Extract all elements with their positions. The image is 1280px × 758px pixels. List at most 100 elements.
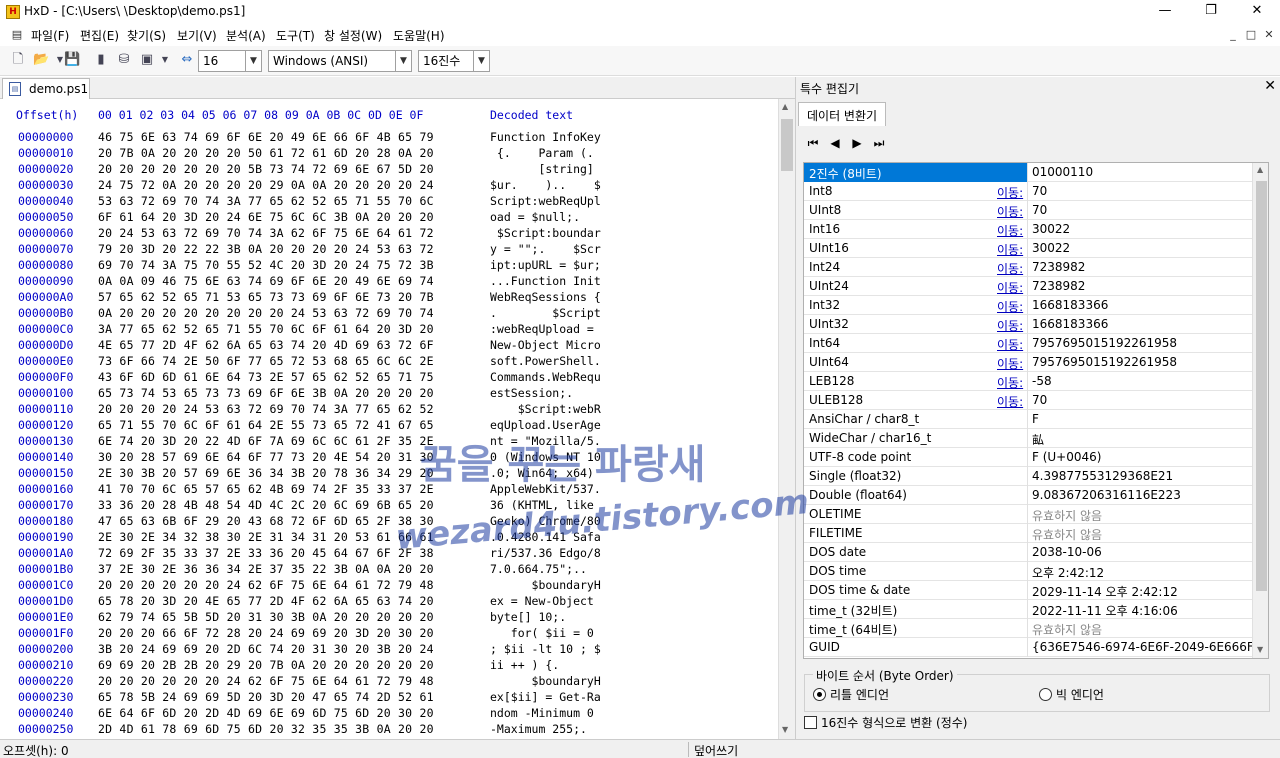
- row-hex-bytes[interactable]: 20 20 20 66 6F 72 28 20 24 69 69 20 3D 2…: [98, 626, 434, 640]
- row-hex-bytes[interactable]: 72 69 2F 35 33 37 2E 33 36 20 45 64 67 6…: [98, 546, 434, 560]
- hex-row[interactable]: 00000240 6E 64 6F 6D 20 2D 4D 69 6E 69 6D…: [0, 706, 780, 722]
- row-hex-bytes[interactable]: 6F 61 64 20 3D 20 24 6E 75 6C 6C 3B 0A 2…: [98, 210, 434, 224]
- grid-scrollbar[interactable]: ▲ ▼: [1252, 163, 1268, 658]
- menu-help[interactable]: 도움말(H): [393, 27, 445, 44]
- hex-row[interactable]: 000001B0 37 2E 30 2E 36 36 34 2E 37 35 22…: [0, 562, 780, 578]
- row-hex-bytes[interactable]: 65 78 5B 24 69 69 5D 20 3D 20 47 65 74 2…: [98, 690, 434, 704]
- inspector-value[interactable]: {636E7546-6974-6E6F-2049-6E666F4B6: [1032, 640, 1268, 654]
- row-hex-bytes[interactable]: 43 6F 6D 6D 61 6E 64 73 2E 57 65 62 52 6…: [98, 370, 434, 384]
- chevron-down-icon[interactable]: ▼: [245, 51, 261, 71]
- row-decoded-text[interactable]: New-Object Micro: [490, 338, 601, 352]
- menu-file[interactable]: 파일(F): [31, 27, 69, 44]
- inspector-row[interactable]: Single (float32) 4.39877553129368E21: [804, 467, 1252, 486]
- hex-row[interactable]: 000000E0 73 6F 66 74 2E 50 6F 77 65 72 53…: [0, 354, 780, 370]
- row-decoded-text[interactable]: ipt:upURL = $ur;: [490, 258, 601, 272]
- hex-row[interactable]: 000001A0 72 69 2F 35 33 37 2E 33 36 20 45…: [0, 546, 780, 562]
- menu-tools[interactable]: 도구(T): [276, 27, 315, 44]
- row-hex-bytes[interactable]: 2E 30 2E 34 32 38 30 2E 31 34 31 20 53 6…: [98, 530, 434, 544]
- process-dropdown-icon[interactable]: ▼: [157, 52, 173, 68]
- inspector-row[interactable]: UInt64 이동: 7957695015192261958: [804, 353, 1252, 372]
- inspector-row[interactable]: UInt8 이동: 70: [804, 201, 1252, 220]
- hex-row[interactable]: 000001E0 62 79 74 65 5B 5D 20 31 30 3B 0A…: [0, 610, 780, 626]
- row-hex-bytes[interactable]: 20 20 20 20 20 20 20 5B 73 74 72 69 6E 6…: [98, 162, 434, 176]
- chevron-down-icon[interactable]: ▼: [473, 51, 489, 71]
- jump-link[interactable]: 이동:: [997, 260, 1023, 277]
- row-hex-bytes[interactable]: 0A 0A 09 46 75 6E 63 74 69 6F 6E 20 49 6…: [98, 274, 434, 288]
- row-decoded-text[interactable]: byte[] 10;.: [490, 610, 566, 624]
- hex-row[interactable]: 00000000 46 75 6E 63 74 69 6F 6E 20 49 6E…: [0, 130, 780, 146]
- row-decoded-text[interactable]: $ur. ).. $: [490, 178, 601, 192]
- hex-row[interactable]: 000001D0 65 78 20 3D 20 4E 65 77 2D 4F 62…: [0, 594, 780, 610]
- row-decoded-text[interactable]: ex[$ii] = Get-Ra: [490, 690, 601, 704]
- big-endian-radio[interactable]: [1039, 688, 1052, 701]
- scroll-thumb[interactable]: [781, 119, 793, 171]
- disk-editor-icon[interactable]: ⛁: [116, 52, 132, 68]
- row-decoded-text[interactable]: ii ++ ) {.: [490, 658, 559, 672]
- row-hex-bytes[interactable]: 33 36 20 28 4B 48 54 4D 4C 2C 20 6C 69 6…: [98, 498, 434, 512]
- jump-link[interactable]: 이동:: [997, 317, 1023, 334]
- last-icon[interactable]: ⏭: [870, 135, 888, 151]
- jump-link[interactable]: 이동:: [997, 203, 1023, 220]
- row-hex-bytes[interactable]: 24 75 72 0A 20 20 20 20 29 0A 0A 20 20 2…: [98, 178, 434, 192]
- jump-link[interactable]: 이동:: [997, 279, 1023, 296]
- row-hex-bytes[interactable]: 2E 30 3B 20 57 69 6E 36 34 3B 20 78 36 3…: [98, 466, 434, 480]
- hex-editor-view[interactable]: Offset(h) 00 01 02 03 04 05 06 07 08 09 …: [0, 99, 780, 739]
- row-hex-bytes[interactable]: 69 70 74 3A 75 70 55 52 4C 20 3D 20 24 7…: [98, 258, 434, 272]
- row-decoded-text[interactable]: $Script:webR: [490, 402, 601, 416]
- inspector-row[interactable]: LEB128 이동: -58: [804, 372, 1252, 391]
- little-endian-label[interactable]: 리틀 엔디언: [830, 686, 889, 703]
- inspector-value[interactable]: 2038-10-06: [1032, 545, 1102, 559]
- row-decoded-text[interactable]: {. Param (.: [490, 146, 594, 160]
- inspector-value[interactable]: 2029-11-14 오후 2:42:12: [1032, 583, 1178, 600]
- inspector-value[interactable]: F (U+0046): [1032, 450, 1101, 464]
- row-decoded-text[interactable]: $Script:boundar: [490, 226, 601, 240]
- inspector-value[interactable]: 2022-11-11 오후 4:16:06: [1032, 602, 1178, 619]
- inspector-row[interactable]: Int8 이동: 70: [804, 182, 1252, 201]
- tab-data-inspector[interactable]: 데이터 변환기: [798, 102, 886, 126]
- hex-row[interactable]: 000001C0 20 20 20 20 20 20 24 62 6F 75 6E…: [0, 578, 780, 594]
- jump-link[interactable]: 이동:: [997, 184, 1023, 201]
- inspector-row[interactable]: Int16 이동: 30022: [804, 220, 1252, 239]
- row-decoded-text[interactable]: estSession;.: [490, 386, 573, 400]
- inspector-value[interactable]: 1668183366: [1032, 298, 1108, 312]
- inspector-row[interactable]: AnsiChar / char8_t F: [804, 410, 1252, 429]
- hex-row[interactable]: 000000C0 3A 77 65 62 52 65 71 55 70 6C 6F…: [0, 322, 780, 338]
- inspector-row[interactable]: DOS date 2038-10-06: [804, 543, 1252, 562]
- mdi-minimize-button[interactable]: _: [1226, 28, 1240, 42]
- inspector-row[interactable]: DOS time & date 2029-11-14 오후 2:42:12: [804, 581, 1252, 600]
- inspector-value[interactable]: 4.39877553129368E21: [1032, 469, 1173, 483]
- inspector-value[interactable]: 畆: [1032, 431, 1044, 448]
- jump-link[interactable]: 이동:: [997, 355, 1023, 372]
- inspector-row[interactable]: Int24 이동: 7238982: [804, 258, 1252, 277]
- inspector-row[interactable]: time_t (64비트) 유효하지 않음: [804, 619, 1252, 638]
- inspector-row[interactable]: time_t (32비트) 2022-11-11 오후 4:16:06: [804, 600, 1252, 619]
- inspector-value[interactable]: 1668183366: [1032, 317, 1108, 331]
- inspector-value[interactable]: F: [1032, 412, 1039, 426]
- hex-row[interactable]: 00000080 69 70 74 3A 75 70 55 52 4C 20 3D…: [0, 258, 780, 274]
- row-hex-bytes[interactable]: 62 79 74 65 5B 5D 20 31 30 3B 0A 20 20 2…: [98, 610, 434, 624]
- inspector-value[interactable]: 7957695015192261958: [1032, 355, 1177, 369]
- document-icon[interactable]: ▤: [10, 28, 24, 42]
- hex-row[interactable]: 00000090 0A 0A 09 46 75 6E 63 74 69 6F 6E…: [0, 274, 780, 290]
- inspector-value[interactable]: 01000110: [1032, 165, 1093, 179]
- hex-format-checkbox[interactable]: [804, 716, 817, 729]
- row-hex-bytes[interactable]: 65 71 55 70 6C 6F 61 64 2E 55 73 65 72 4…: [98, 418, 434, 432]
- row-decoded-text[interactable]: Script:webReqUpl: [490, 194, 601, 208]
- restore-button[interactable]: ❐: [1188, 0, 1234, 24]
- row-decoded-text[interactable]: . $Script: [490, 306, 601, 320]
- row-decoded-text[interactable]: 7.0.664.75";..: [490, 562, 587, 576]
- hex-row[interactable]: 000000F0 43 6F 6D 6D 61 6E 64 73 2E 57 65…: [0, 370, 780, 386]
- encoding-select[interactable]: Windows (ANSI) ▼: [268, 50, 412, 72]
- row-hex-bytes[interactable]: 6E 64 6F 6D 20 2D 4D 69 6E 69 6D 75 6D 2…: [98, 706, 434, 720]
- row-hex-bytes[interactable]: 3A 77 65 62 52 65 71 55 70 6C 6F 61 64 2…: [98, 322, 434, 336]
- inspector-value[interactable]: 30022: [1032, 222, 1070, 236]
- hex-row[interactable]: 000001F0 20 20 20 66 6F 72 28 20 24 69 69…: [0, 626, 780, 642]
- inspector-value[interactable]: 30022: [1032, 241, 1070, 255]
- inspector-row[interactable]: Double (float64) 9.08367206316116E223: [804, 486, 1252, 505]
- inspector-row[interactable]: Int32 이동: 1668183366: [804, 296, 1252, 315]
- inspector-value[interactable]: 유효하지 않음: [1032, 621, 1102, 638]
- menu-search[interactable]: 찾기(S): [127, 27, 166, 44]
- row-hex-bytes[interactable]: 65 73 74 53 65 73 73 69 6F 6E 3B 0A 20 2…: [98, 386, 434, 400]
- chevron-down-icon[interactable]: ▼: [395, 51, 411, 71]
- hex-row[interactable]: 00000110 20 20 20 20 24 53 63 72 69 70 74…: [0, 402, 780, 418]
